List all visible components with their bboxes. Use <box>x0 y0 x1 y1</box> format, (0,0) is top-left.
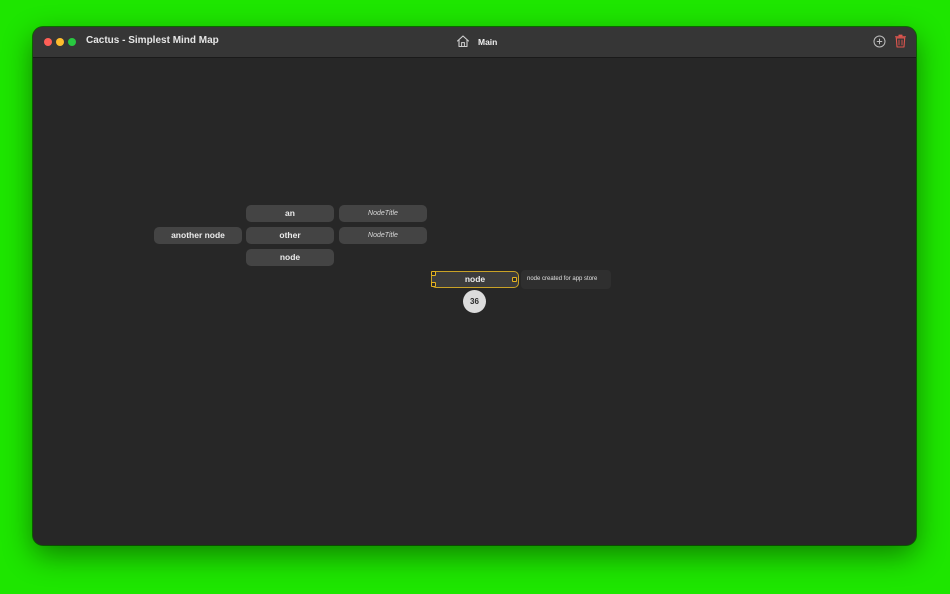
top-left-handle[interactable] <box>431 271 436 276</box>
selected-node[interactable]: node <box>431 271 519 288</box>
minimize-window-button[interactable] <box>56 38 64 46</box>
zoom-window-button[interactable] <box>68 38 76 46</box>
right-add-handle[interactable] <box>512 277 517 282</box>
grandchild-node-title-2[interactable]: NodeTitle <box>339 227 427 244</box>
trash-icon[interactable] <box>894 34 907 48</box>
grandchild-node-title-1[interactable]: NodeTitle <box>339 205 427 222</box>
child-node-node[interactable]: node <box>246 249 334 266</box>
current-page-name: Main <box>478 37 498 47</box>
child-node-other[interactable]: other <box>246 227 334 244</box>
close-window-button[interactable] <box>44 38 52 46</box>
bottom-left-handle[interactable] <box>431 282 436 287</box>
title-bar: Cactus - Simplest Mind Map Main <box>33 27 916 58</box>
node-note[interactable]: node created for app store <box>521 270 611 289</box>
house-icon[interactable] <box>456 34 470 48</box>
node-count-badge: 36 <box>463 290 486 313</box>
root-node[interactable]: another node <box>154 227 242 244</box>
app-window: Cactus - Simplest Mind Map Main another … <box>33 27 916 545</box>
mind-map-canvas[interactable]: another node an other node NodeTitle Nod… <box>33 58 916 545</box>
window-title: Cactus - Simplest Mind Map <box>86 35 219 46</box>
child-node-an[interactable]: an <box>246 205 334 222</box>
plus-circle-icon[interactable] <box>873 35 886 48</box>
